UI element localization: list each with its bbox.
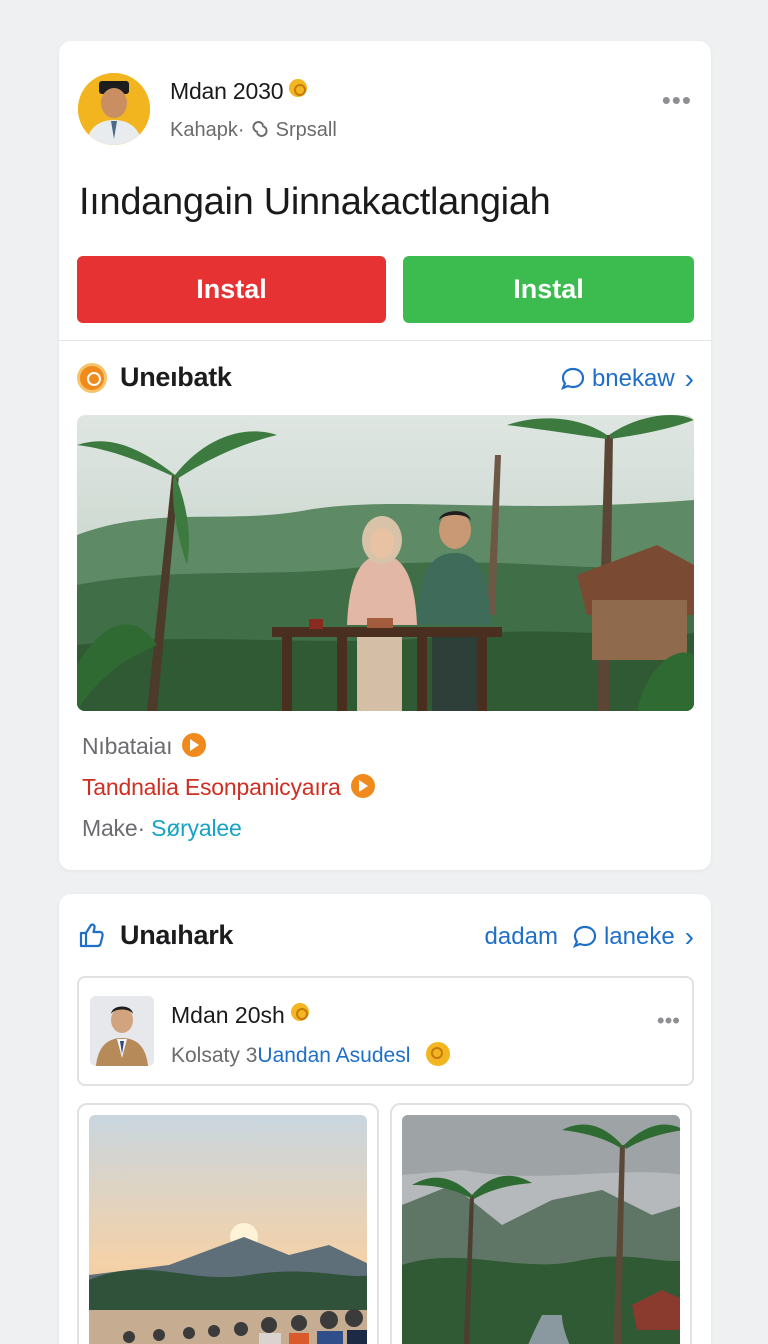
more-options-icon[interactable]: ••• [657, 1008, 680, 1034]
author-avatar[interactable] [90, 996, 154, 1066]
meta-line-3: Make· Søryalee [82, 815, 242, 841]
comment-icon [560, 367, 585, 391]
thumbnail-card[interactable] [77, 1103, 379, 1344]
meta-line-2[interactable]: Tandnalia Esonpanicyaıra [82, 774, 375, 801]
author-subtitle: Kolsaty 3Uandan Asudesl [171, 1042, 451, 1068]
section-link[interactable]: bnekaw › [560, 365, 694, 393]
author-name[interactable]: Mdan 20sh [171, 1002, 309, 1029]
comment-icon [572, 925, 597, 949]
post-title: Iındangain Uinnakactlangiah [79, 181, 551, 223]
thumbs-up-icon [79, 923, 104, 948]
section-header: Uneıbatk bnekaw › [77, 358, 694, 398]
more-options-icon[interactable]: ••• [662, 85, 692, 116]
thumbnail-card[interactable] [390, 1103, 692, 1344]
meta-link[interactable]: Søryalee [151, 815, 242, 841]
meta-line-1: Nıbataiaı [82, 733, 207, 760]
arrow-circle-icon[interactable] [182, 733, 207, 757]
thumbnail-image [89, 1115, 367, 1344]
verified-badge-icon [290, 1003, 309, 1021]
verified-badge-icon [289, 79, 308, 97]
chevron-right-icon: › [684, 363, 694, 394]
section-link-b[interactable]: laneke › [572, 923, 694, 951]
arrow-circle-icon[interactable] [350, 774, 375, 798]
section-title: Unaıhark [120, 920, 234, 950]
divider [59, 340, 711, 341]
post-card: Mdan 2030 Kahapk· Srpsall ••• Iındangain… [59, 41, 711, 870]
post-header: Mdan 2030 Kahapk· Srpsall ••• [78, 73, 692, 147]
section-links: dadam laneke › [485, 923, 694, 951]
award-icon [426, 1042, 451, 1066]
badge-icon [77, 363, 107, 393]
mini-post[interactable]: Mdan 20sh Kolsaty 3Uandan Asudesl ••• [77, 976, 694, 1086]
thumbnail-image [402, 1115, 680, 1344]
chevron-right-icon: › [684, 921, 694, 952]
section-link-a[interactable]: dadam [485, 923, 558, 951]
mini-post-link[interactable]: Uandan Asudesl [257, 1044, 410, 1067]
install-button-red[interactable]: Instal [77, 256, 386, 323]
author-subtitle: Kahapk· Srpsall [170, 119, 337, 141]
section-title: Uneıbatk [120, 362, 232, 392]
post-photo[interactable] [77, 415, 694, 711]
install-button-green[interactable]: Instal [403, 256, 694, 323]
author-avatar[interactable] [78, 73, 150, 145]
section-header: Unaıhark dadam laneke › [77, 916, 694, 956]
author-name[interactable]: Mdan 2030 [170, 78, 308, 105]
link-icon [252, 121, 268, 137]
feed-card: Unaıhark dadam laneke › Mdan 20sh Kolsat… [59, 894, 711, 1344]
